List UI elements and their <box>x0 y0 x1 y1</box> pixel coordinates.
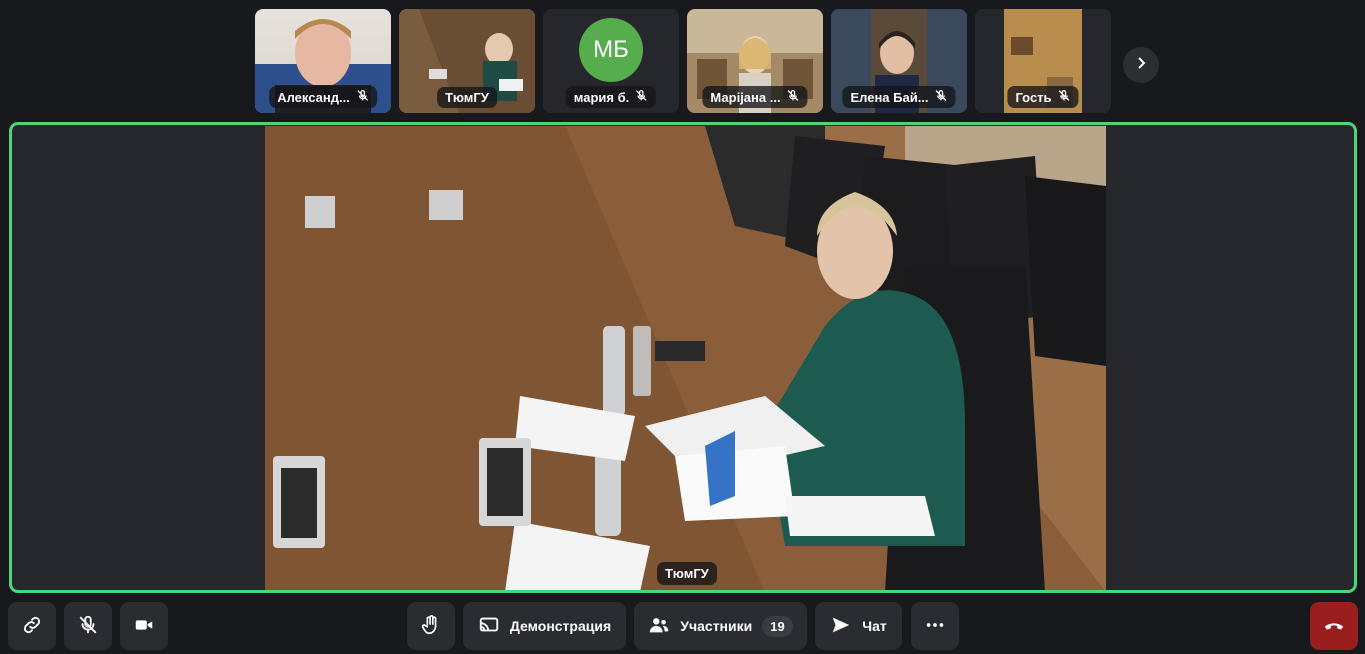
copy-link-button[interactable] <box>8 602 56 650</box>
microphone-toggle-button[interactable] <box>64 602 112 650</box>
raise-hand-button[interactable] <box>407 602 455 650</box>
mic-muted-icon <box>1058 89 1071 105</box>
screen-share-label: Демонстрация <box>509 618 612 634</box>
mic-muted-icon <box>935 89 948 105</box>
people-icon <box>648 614 670 639</box>
participant-name: мария б. <box>573 89 630 105</box>
participant-tile[interactable]: Гость <box>975 9 1111 113</box>
participant-name: Александ... <box>277 89 350 105</box>
participants-count-badge: 19 <box>762 615 793 637</box>
avatar: МБ <box>579 18 643 82</box>
speaker-video <box>265 126 1106 590</box>
participant-name-tag: ТюмГУ <box>437 87 497 108</box>
more-options-button[interactable] <box>911 602 959 650</box>
participant-tile[interactable]: Марijана ... <box>687 9 823 113</box>
leave-call-button[interactable] <box>1310 602 1358 650</box>
participant-strip: Александ... ТюмГУ МБ мария б. Марijана .… <box>255 9 1111 113</box>
mic-muted-icon <box>356 89 369 105</box>
screen-share-icon <box>478 614 500 639</box>
participants-label: Участники <box>680 618 753 634</box>
participants-button[interactable]: Участники 19 <box>634 602 807 650</box>
chat-label: Чат <box>862 618 887 634</box>
speaker-name-tag: ТюмГУ <box>657 562 717 585</box>
participant-name-tag: Елена Бай... <box>842 86 956 108</box>
next-participants-button[interactable] <box>1123 47 1159 83</box>
main-video-stage: ТюмГУ <box>9 122 1357 593</box>
participant-name-tag: мария б. <box>565 86 657 108</box>
link-icon <box>21 614 43 639</box>
participant-name: Елена Бай... <box>850 89 929 105</box>
mic-muted-icon <box>787 89 800 105</box>
camera-toggle-button[interactable] <box>120 602 168 650</box>
participant-tile-active[interactable]: ТюмГУ <box>399 9 535 113</box>
send-icon <box>830 614 852 639</box>
mic-muted-icon <box>635 89 648 105</box>
participant-tile[interactable]: МБ мария б. <box>543 9 679 113</box>
more-dots-icon <box>924 614 946 639</box>
participant-tile[interactable]: Александ... <box>255 9 391 113</box>
participant-name-tag: Гость <box>1007 86 1079 108</box>
participant-name: Гость <box>1015 89 1052 105</box>
participant-name-tag: Александ... <box>269 86 377 108</box>
phone-hangup-icon <box>1323 614 1345 639</box>
chat-button[interactable]: Чат <box>815 602 902 650</box>
video-camera-icon <box>133 614 155 639</box>
participant-tile[interactable]: Елена Бай... <box>831 9 967 113</box>
participant-name: ТюмГУ <box>445 90 489 105</box>
participant-name: Марijана ... <box>710 89 781 105</box>
mic-muted-icon <box>77 614 99 639</box>
chevron-right-icon <box>1134 56 1148 75</box>
screen-share-button[interactable]: Демонстрация <box>463 602 626 650</box>
participant-name-tag: Марijана ... <box>702 86 808 108</box>
hand-icon <box>420 614 442 639</box>
